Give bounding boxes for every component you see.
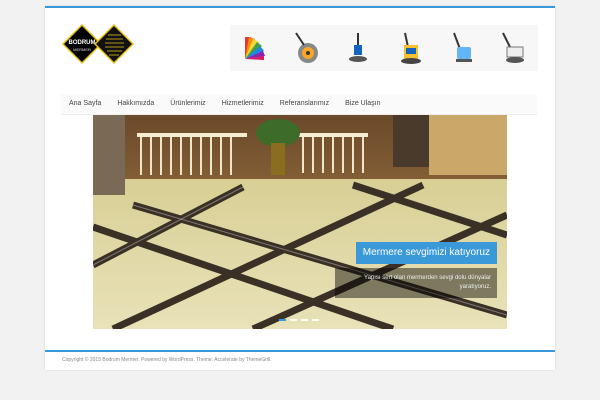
nav-item-references[interactable]: Referanslarımız — [272, 94, 337, 114]
site-footer: Copyright © 2015 Bodrum Mermer. Powered … — [45, 350, 555, 372]
hero-slider[interactable]: Mermere sevgimizi katıyoruz Yapısı sert … — [93, 115, 507, 329]
nav-item-services[interactable]: Hizmetlerimiz — [214, 94, 272, 114]
color-swatches-icon — [244, 37, 265, 60]
sanding-machine-icon — [453, 32, 472, 62]
floor-grinder-icon — [295, 32, 318, 63]
slider-description: Yapısı sert olan mermerden sevgi dolu dü… — [335, 268, 497, 298]
header-banner — [230, 25, 538, 71]
slider-dot[interactable] — [312, 319, 319, 321]
slider-pagination — [279, 319, 319, 321]
nav-item-about[interactable]: Hakkımızda — [109, 94, 162, 114]
logo-subname: MERMER — [73, 47, 91, 52]
page-container: BODRUM MERMER Ana Sayfa Hakkımızda Ürünl… — [45, 6, 555, 370]
footer-copyright: Copyright © 2015 Bodrum Mermer. Powered … — [62, 357, 272, 363]
main-navigation: Ana Sayfa Hakkımızda Ürünlerimiz Hizmetl… — [61, 94, 537, 115]
site-header: BODRUM MERMER — [45, 8, 555, 92]
slider-dot[interactable] — [301, 319, 308, 321]
slider-dot[interactable] — [290, 319, 297, 321]
logo-name: BODRUM — [69, 40, 96, 46]
slider-title: Mermere sevgimizi katıyoruz — [355, 242, 497, 264]
site-logo[interactable]: BODRUM MERMER — [61, 23, 135, 65]
nav-item-home[interactable]: Ana Sayfa — [61, 94, 109, 114]
polisher-machine-icon — [400, 32, 421, 64]
burnisher-machine-icon — [502, 32, 525, 63]
nav-item-contact[interactable]: Bize Ulaşın — [337, 94, 388, 114]
nav-item-products[interactable]: Ürünlerimiz — [162, 94, 213, 114]
scrubber-machine-icon — [349, 33, 368, 62]
slider-dot[interactable] — [279, 319, 286, 321]
